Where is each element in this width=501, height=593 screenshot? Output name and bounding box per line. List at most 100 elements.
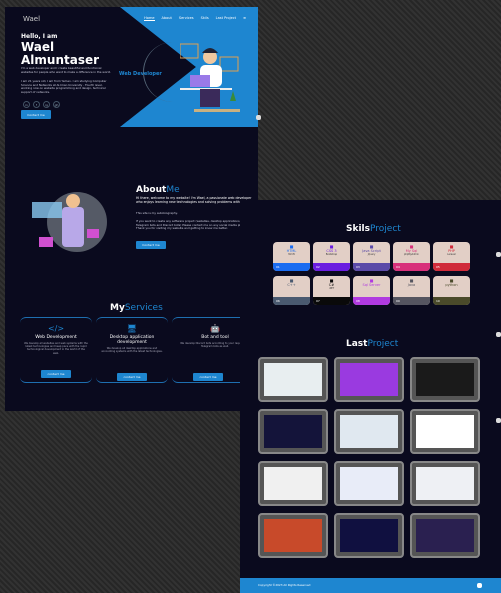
skill-number: 07 xyxy=(316,299,320,303)
nav-home[interactable]: Home xyxy=(144,16,155,21)
project-thumbnail[interactable] xyxy=(258,409,328,454)
project-thumbnail[interactable] xyxy=(334,461,404,506)
menu-icon[interactable]: ≡ xyxy=(243,16,246,21)
skill-bar: 05 xyxy=(433,263,470,271)
home-about-services-page: Wael Home About Services Skils Last Proj… xyxy=(5,7,258,411)
github-icon[interactable]: gh xyxy=(53,101,60,108)
project-screenshot xyxy=(264,467,322,500)
about-description: If you want to create any software proje… xyxy=(136,219,251,231)
service-contact-button[interactable]: contact me xyxy=(41,370,71,378)
service-contact-button[interactable]: contact me xyxy=(193,373,223,381)
service-desc: We develop all websites and web systems … xyxy=(24,342,88,355)
skill-number: 01 xyxy=(276,265,280,269)
facebook-icon[interactable]: f xyxy=(33,101,40,108)
code-icon: </> xyxy=(47,324,65,333)
skill-number: 06 xyxy=(276,299,280,303)
skill-bar: 10 xyxy=(433,297,470,305)
skill-sub: .NET xyxy=(328,287,335,290)
project-screenshot xyxy=(416,467,474,500)
skill-name: Java xyxy=(407,283,416,287)
about-title: AboutMe xyxy=(136,185,180,195)
hero-contact-button[interactable]: Contact me xyxy=(21,110,51,119)
skill-bar: 08 xyxy=(353,297,390,305)
skills-title-a: Skils xyxy=(346,224,370,234)
skill-sub: jQuery xyxy=(367,253,376,256)
web-developer-badge: Web Developer xyxy=(119,71,162,77)
project-screenshot xyxy=(264,363,322,396)
hero-bio: I am 21 years old, I am from Yemen. I am… xyxy=(21,79,107,94)
nav-last-project[interactable]: Last Project xyxy=(216,16,236,21)
nav-services[interactable]: Services xyxy=(179,16,194,21)
footer: Copyright ©2023 All Rights Reserved xyxy=(240,578,501,593)
skill-card: ■ C# .NET 07 xyxy=(313,276,350,305)
skill-bar: 07 xyxy=(313,297,350,305)
skill-name: Sql Server xyxy=(362,283,381,287)
service-contact-button[interactable]: contact me xyxy=(117,373,147,381)
about-illustration xyxy=(32,192,107,252)
projects-title-a: Last xyxy=(346,339,368,349)
project-thumbnail[interactable] xyxy=(334,409,404,454)
service-card-desktop: 🖥 Desktop application development We dev… xyxy=(96,317,168,383)
logo[interactable]: Wael xyxy=(23,15,40,23)
skill-number: 05 xyxy=(436,265,440,269)
skill-name: C++ xyxy=(287,283,296,287)
skill-sub: html5 xyxy=(288,253,295,256)
skill-sub: Bootstrap xyxy=(325,253,338,256)
project-screenshot xyxy=(340,363,398,396)
project-screenshot xyxy=(264,519,322,552)
projects-title: LastProject xyxy=(346,339,398,349)
linkedin-icon[interactable]: in xyxy=(23,101,30,108)
project-screenshot xyxy=(416,363,474,396)
skill-card: ■ CSS 3 Bootstrap 02 xyxy=(313,242,350,271)
hero-name: Wael Almuntaser xyxy=(21,40,100,67)
skill-number: 02 xyxy=(316,265,320,269)
copyright: Copyright ©2023 All Rights Reserved xyxy=(258,583,311,587)
project-thumbnail[interactable] xyxy=(334,357,404,402)
about-contact-button[interactable]: Contact me xyxy=(136,241,166,249)
service-card-web: </> Web Development We develop all websi… xyxy=(20,317,92,383)
main-nav: Home About Services Skils Last Project ≡ xyxy=(144,16,246,21)
service-title: Desktop application development xyxy=(109,335,155,345)
nav-about[interactable]: About xyxy=(162,16,172,21)
scroll-top-icon[interactable] xyxy=(256,115,261,120)
skill-sub: phpMyAdmin xyxy=(403,253,420,256)
side-icon[interactable] xyxy=(496,252,501,257)
skill-card: ■ Sql Server 08 xyxy=(353,276,390,305)
skill-name: python xyxy=(445,283,458,287)
skill-card: ■ C++ 06 xyxy=(273,276,310,305)
project-thumbnail[interactable] xyxy=(258,357,328,402)
monitor-icon: 🖥 xyxy=(126,324,138,333)
skill-number: 03 xyxy=(356,265,360,269)
services-title: MyServices xyxy=(110,303,163,313)
nav-skills[interactable]: Skils xyxy=(201,16,209,21)
project-thumbnail[interactable] xyxy=(334,513,404,558)
skill-card: ■ python 10 xyxy=(433,276,470,305)
hero-intro: I'm a web developer and I create beautif… xyxy=(21,66,112,74)
skill-number: 04 xyxy=(396,265,400,269)
project-thumbnail[interactable] xyxy=(258,513,328,558)
skill-bar: 09 xyxy=(393,297,430,305)
project-screenshot xyxy=(416,415,474,448)
project-thumbnail[interactable] xyxy=(410,461,480,506)
project-thumbnail[interactable] xyxy=(410,357,480,402)
service-title: Web Development xyxy=(35,335,77,340)
project-thumbnail[interactable] xyxy=(258,461,328,506)
skill-bar: 02 xyxy=(313,263,350,271)
project-screenshot xyxy=(416,519,474,552)
service-desc: We develop all desktop applications and … xyxy=(101,347,163,354)
instagram-icon[interactable]: ig xyxy=(43,101,50,108)
skill-card: ■ Java Script jQuery 03 xyxy=(353,242,390,271)
skills-title-b: Project xyxy=(370,224,401,234)
project-thumbnail[interactable] xyxy=(410,409,480,454)
services-title-a: My xyxy=(110,303,125,313)
services-title-b: Services xyxy=(124,303,163,313)
skills-projects-page: SkilsProject ■ HTML html5 01 ■ CSS 3 Boot… xyxy=(240,200,501,593)
skill-number: 10 xyxy=(436,299,440,303)
project-thumbnail[interactable] xyxy=(410,513,480,558)
side-icon[interactable] xyxy=(496,418,501,423)
side-icon[interactable] xyxy=(496,332,501,337)
project-screenshot xyxy=(340,467,398,500)
greeting: Hello, I am xyxy=(21,33,58,40)
scroll-up-button[interactable] xyxy=(477,583,482,588)
skill-bar: 06 xyxy=(273,297,310,305)
